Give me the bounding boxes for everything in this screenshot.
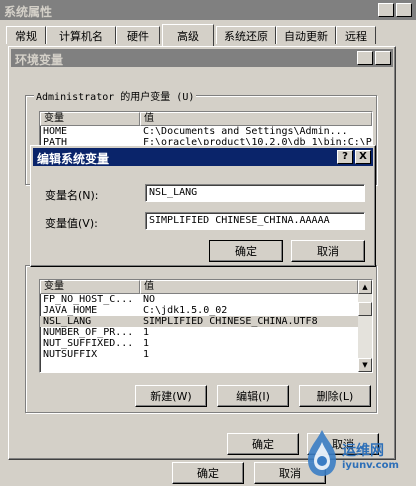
system-properties-titlebar: 系统属性 ? X — [0, 0, 416, 20]
envvars-title: 环境变量 — [15, 53, 64, 67]
watermark: 运维网 iyunv.com — [302, 426, 412, 484]
var-name: HOME — [43, 126, 68, 137]
watermark-text-en: iyunv.com — [342, 460, 399, 471]
tab-general[interactable]: 常规 — [6, 26, 46, 44]
var-name: JAVA_HOME — [43, 305, 98, 316]
variable-name-label: 变量名(N): — [45, 189, 99, 202]
tab-hardware[interactable]: 硬件 — [116, 26, 160, 44]
sys-col-value[interactable]: 值 — [140, 280, 358, 294]
table-row[interactable]: NUMBER_OF_PR... 1 — [40, 327, 358, 338]
close-button[interactable]: X — [396, 3, 412, 17]
edit-system-variable-dialog: 编辑系统变量 ? X 变量名(N): NSL_LANG 变量值(V): SIMP… — [30, 145, 376, 267]
var-value: NO — [143, 294, 156, 305]
user-variables-label: Administrator 的用户变量 (U) — [34, 88, 197, 103]
table-row[interactable]: HOME C:\Documents and Settings\Admin... — [40, 126, 372, 137]
envvars-ok-button[interactable]: 确定 — [227, 433, 299, 455]
edit-variable-button[interactable]: 编辑(I) — [217, 385, 289, 407]
var-value: 1 — [143, 327, 150, 338]
help-button[interactable]: ? — [378, 3, 394, 17]
var-value: 1 — [143, 349, 150, 360]
scroll-thumb[interactable] — [358, 302, 372, 316]
edit-dialog-title: 编辑系统变量 — [37, 152, 110, 166]
tab-advanced[interactable]: 高级 — [162, 24, 214, 46]
watermark-logo-icon — [308, 430, 336, 476]
envvars-titlebar: 环境变量 ? X — [11, 49, 393, 67]
scroll-up-icon[interactable]: ▲ — [358, 280, 372, 294]
variable-value-label: 变量值(V): — [45, 217, 98, 230]
table-row-selected[interactable]: NSL_LANG SIMPLIFIED CHINESE_CHINA.UTF8 — [40, 316, 358, 327]
tab-remote[interactable]: 远程 — [336, 26, 376, 44]
delete-variable-button[interactable]: 删除(L) — [299, 385, 371, 407]
table-row[interactable]: NUT_SUFFIXED... 1 — [40, 338, 358, 349]
var-name: NUTSUFFIX — [43, 349, 98, 360]
sys-col-variable[interactable]: 变量 — [40, 280, 140, 294]
system-variables-list[interactable]: 变量 值 FP_NO_HOST_C... NO JAVA_HOME C:\jdk… — [39, 279, 373, 373]
var-name: NSL_LANG — [43, 316, 92, 327]
scroll-down-icon[interactable]: ▼ — [358, 358, 372, 372]
var-name: FP_NO_HOST_C... — [43, 294, 134, 305]
tab-computer-name[interactable]: 计算机名 — [46, 26, 116, 44]
variable-name-field[interactable]: NSL_LANG — [145, 184, 365, 202]
new-variable-button[interactable]: 新建(W) — [135, 385, 207, 407]
edit-ok-button[interactable]: 确定 — [209, 240, 283, 262]
var-value: C:\Documents and Settings\Admin... — [143, 126, 348, 137]
edit-close-button[interactable]: X — [355, 150, 371, 164]
var-name: NUT_SUFFIXED... — [43, 338, 134, 349]
table-row[interactable]: JAVA_HOME C:\jdk1.5.0_02 — [40, 305, 358, 316]
tab-system-restore[interactable]: 系统还原 — [216, 26, 276, 44]
sys-list-header: 变量 值 — [40, 280, 358, 294]
envvars-help-button[interactable]: ? — [357, 51, 373, 65]
user-col-variable[interactable]: 变量 — [40, 112, 140, 126]
edit-cancel-button[interactable]: 取消 — [291, 240, 365, 262]
var-name: NUMBER_OF_PR... — [43, 327, 134, 338]
envvars-close-button[interactable]: X — [375, 51, 391, 65]
var-value: SIMPLIFIED CHINESE_CHINA.UTF8 — [143, 316, 318, 327]
var-value: 1 — [143, 338, 150, 349]
user-col-value[interactable]: 值 — [140, 112, 372, 126]
var-value: C:\jdk1.5.0_02 — [143, 305, 228, 316]
table-row[interactable]: NUTSUFFIX 1 — [40, 349, 358, 360]
window-title: 系统属性 — [4, 5, 53, 19]
sys-list-scrollbar[interactable]: ▲ ▼ — [358, 280, 372, 372]
user-list-header: 变量 值 — [40, 112, 372, 126]
watermark-text-cn: 运维网 — [342, 443, 384, 459]
edit-help-button[interactable]: ? — [337, 150, 353, 164]
sysprops-ok-button[interactable]: 确定 — [172, 462, 244, 484]
table-row[interactable]: FP_NO_HOST_C... NO — [40, 294, 358, 305]
tab-auto-update[interactable]: 自动更新 — [276, 26, 336, 44]
variable-value-field[interactable]: SIMPLIFIED CHINESE_CHINA.AAAAA — [145, 212, 365, 230]
edit-dialog-titlebar: 编辑系统变量 ? X — [33, 148, 373, 166]
